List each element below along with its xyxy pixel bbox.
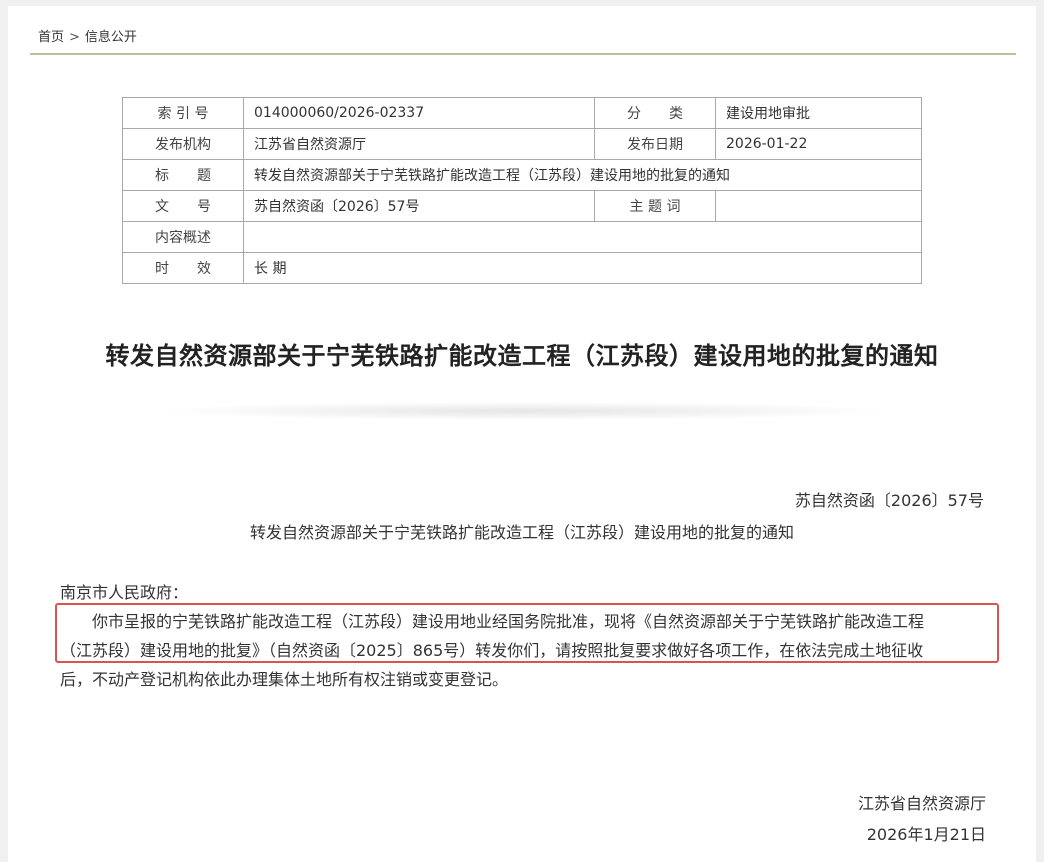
- doc-number-value: 苏自然资函〔2026〕57号: [243, 190, 595, 222]
- signature-organization: 江苏省自然资源厅: [857, 794, 986, 813]
- breadcrumb: 首页 > 信息公开: [38, 26, 137, 45]
- title-value: 转发自然资源部关于宁芜铁路扩能改造工程（江苏段）建设用地的批复的通知: [243, 159, 922, 191]
- topic-words-label: 主 题 词: [594, 190, 716, 222]
- highlight-annotation-box: [55, 603, 999, 663]
- page-container: 首页 > 信息公开 索 引 号 014000060/2026-02337 分 类 建…: [8, 6, 1036, 862]
- summary-value: [243, 221, 922, 253]
- breadcrumb-home-link[interactable]: 首页: [38, 30, 64, 45]
- table-row: 内容概述: [122, 221, 922, 253]
- breadcrumb-current-link[interactable]: 信息公开: [85, 30, 137, 45]
- publish-date-label: 发布日期: [594, 128, 716, 160]
- table-row: 时 效 长 期: [122, 252, 922, 284]
- index-number-value: 014000060/2026-02337: [243, 97, 595, 129]
- signature-date: 2026年1月21日: [866, 825, 986, 844]
- category-value: 建设用地审批: [715, 97, 922, 129]
- title-label: 标 题: [122, 159, 244, 191]
- document-subtitle: 转发自然资源部关于宁芜铁路扩能改造工程（江苏段）建设用地的批复的通知: [249, 523, 794, 542]
- table-row: 发布机构 江苏省自然资源厅 发布日期 2026-01-22: [122, 128, 922, 160]
- validity-label: 时 效: [122, 252, 244, 284]
- breadcrumb-divider: [30, 53, 1016, 55]
- document-title: 转发自然资源部关于宁芜铁路扩能改造工程（江苏段）建设用地的批复的通知: [105, 342, 939, 370]
- addressee: 南京市人民政府：: [60, 583, 189, 602]
- category-label: 分 类: [594, 97, 716, 129]
- doc-number-label: 文 号: [122, 190, 244, 222]
- table-row: 标 题 转发自然资源部关于宁芜铁路扩能改造工程（江苏段）建设用地的批复的通知: [122, 159, 922, 191]
- metadata-table: 索 引 号 014000060/2026-02337 分 类 建设用地审批 发布…: [122, 97, 922, 284]
- title-divider-shadow: [158, 402, 886, 420]
- validity-value: 长 期: [243, 252, 922, 284]
- breadcrumb-separator: >: [69, 30, 80, 45]
- table-row: 文 号 苏自然资函〔2026〕57号 主 题 词: [122, 190, 922, 222]
- topic-words-value: [715, 190, 922, 222]
- publisher-value: 江苏省自然资源厅: [243, 128, 595, 160]
- document-number: 苏自然资函〔2026〕57号: [794, 491, 984, 510]
- publisher-label: 发布机构: [122, 128, 244, 160]
- summary-label: 内容概述: [122, 221, 244, 253]
- publish-date-value: 2026-01-22: [715, 128, 922, 160]
- index-number-label: 索 引 号: [122, 97, 244, 129]
- body-line: 后，不动产登记机构依此办理集体土地所有权注销或变更登记。: [60, 670, 509, 689]
- table-row: 索 引 号 014000060/2026-02337 分 类 建设用地审批: [122, 97, 922, 129]
